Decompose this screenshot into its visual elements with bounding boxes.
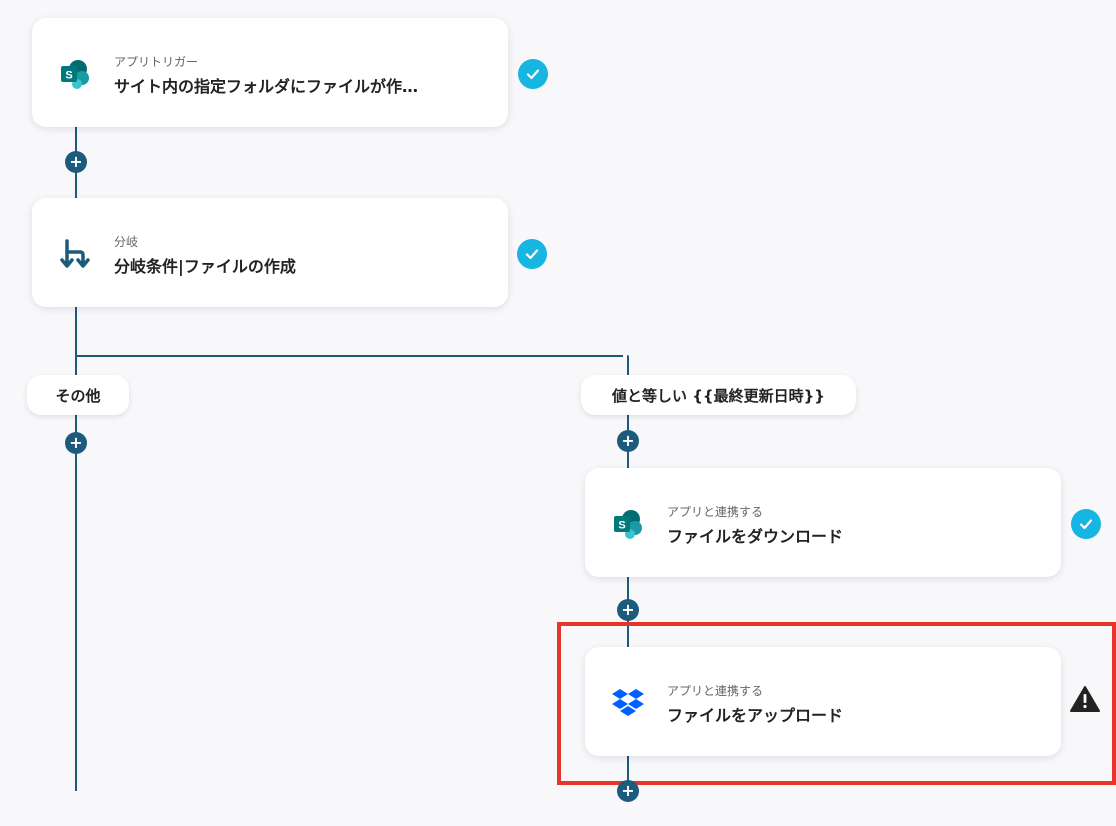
download-step-card[interactable]: S アプリと連携する ファイルをダウンロード: [585, 468, 1061, 577]
trigger-subtitle: アプリトリガー: [114, 55, 199, 69]
download-step-subtitle: アプリと連携する: [667, 505, 764, 519]
trigger-title: サイト内の指定フォルダにファイルが作…: [114, 77, 419, 96]
upload-step-subtitle: アプリと連携する: [667, 684, 764, 698]
add-step-button-right-2[interactable]: +: [617, 599, 639, 621]
upload-step-card[interactable]: アプリと連携する ファイルをアップロード: [585, 647, 1061, 756]
branch-card[interactable]: 分岐 分岐条件|ファイルの作成: [32, 198, 508, 307]
download-step-title: ファイルをダウンロード: [667, 527, 844, 546]
svg-text:S: S: [65, 70, 72, 82]
branch-check-icon: [517, 239, 547, 269]
upload-step-title: ファイルをアップロード: [667, 706, 844, 725]
branch-label-equals[interactable]: 値と等しい {{最終更新日時}}: [581, 375, 856, 415]
branch-title: 分岐条件|ファイルの作成: [114, 257, 296, 276]
flow-line-branch-split: [75, 355, 623, 357]
branch-subtitle: 分岐: [114, 235, 139, 249]
add-step-button-left[interactable]: +: [65, 432, 87, 454]
branch-icon: [60, 239, 90, 268]
branch-label-other[interactable]: その他: [27, 375, 129, 415]
trigger-card[interactable]: S アプリトリガー サイト内の指定フォルダにファイルが作…: [32, 18, 508, 127]
add-step-button-right[interactable]: +: [617, 430, 639, 452]
add-step-button-right-3[interactable]: +: [617, 780, 639, 802]
sharepoint-icon: S: [614, 510, 642, 539]
warning-icon: [1070, 686, 1100, 712]
add-step-button-1[interactable]: +: [65, 151, 87, 173]
download-check-icon: [1071, 509, 1101, 539]
svg-text:S: S: [618, 520, 625, 532]
trigger-check-icon: [518, 59, 548, 89]
sharepoint-icon: S: [61, 60, 89, 89]
dropbox-icon: [612, 689, 644, 716]
